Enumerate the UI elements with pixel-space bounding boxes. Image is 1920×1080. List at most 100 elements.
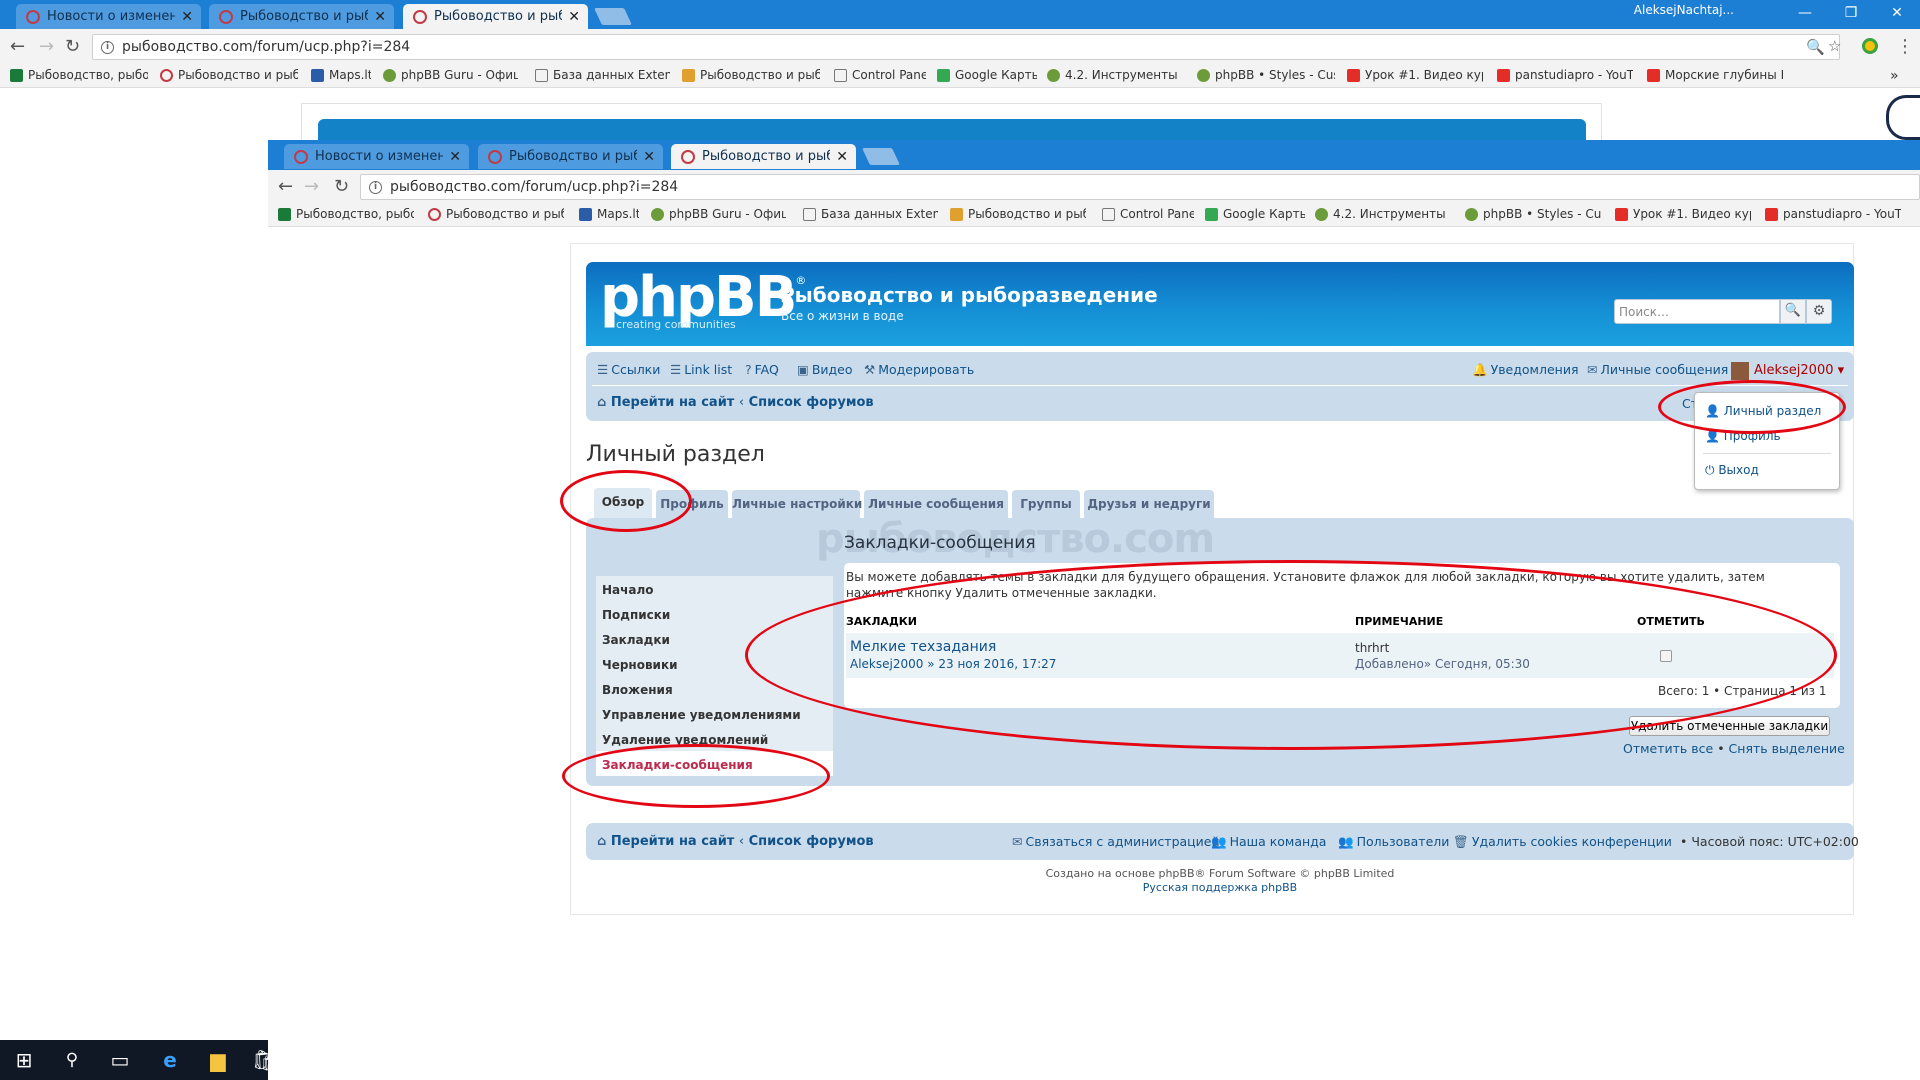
close-tab-icon[interactable]: ✕ bbox=[643, 149, 655, 165]
footer-contact-link[interactable]: ✉ Связаться с администрацией bbox=[1012, 834, 1220, 849]
close-tab-icon[interactable]: ✕ bbox=[181, 9, 193, 25]
dropdown-item-logout[interactable]: ⏻ Выход bbox=[1705, 463, 1759, 478]
nav-link-moderate[interactable]: ⚒ Модерировать bbox=[864, 362, 974, 377]
new-tab-button[interactable] bbox=[862, 148, 900, 165]
crumb-site[interactable]: Перейти на сайт bbox=[611, 395, 735, 410]
bookmark[interactable]: panstudiapro - YouTu bbox=[1765, 207, 1901, 221]
forward-icon[interactable]: → bbox=[39, 36, 54, 57]
bookmark[interactable]: Control Panel bbox=[1102, 207, 1194, 221]
bookmark[interactable]: phpBB • Styles - Custo bbox=[1465, 207, 1601, 221]
notifications-link[interactable]: 🔔 Уведомления bbox=[1472, 362, 1578, 378]
extension-icon[interactable] bbox=[1862, 38, 1878, 54]
bookmark[interactable]: Рыбоводство и рыбо bbox=[428, 207, 564, 221]
info-icon[interactable]: i bbox=[369, 180, 382, 194]
search-icon[interactable]: ⚲ bbox=[60, 1048, 84, 1072]
phpbb-logo[interactable]: phpBB® creating communities bbox=[600, 268, 806, 332]
crumb-forums[interactable]: Список форумов bbox=[749, 395, 874, 410]
reload-icon[interactable]: ↻ bbox=[65, 36, 80, 57]
close-tab-icon[interactable]: ✕ bbox=[374, 9, 386, 25]
footer-delete-cookies-link[interactable]: 🗑 Удалить cookies конференции bbox=[1453, 834, 1672, 850]
nav-link-linklist[interactable]: ☰ Link list bbox=[670, 362, 732, 377]
close-window-icon[interactable]: ✕ bbox=[1874, 0, 1920, 29]
bookmark[interactable]: База данных Extensio bbox=[535, 68, 670, 82]
close-tab-icon[interactable]: ✕ bbox=[449, 149, 461, 165]
tab-groups[interactable]: Группы bbox=[1012, 490, 1080, 518]
zoom-icon[interactable]: 🔍 bbox=[1806, 38, 1825, 56]
info-icon[interactable]: i bbox=[101, 40, 114, 54]
unmark-all-link[interactable]: Снять выделение bbox=[1729, 741, 1845, 756]
bookmark[interactable]: Google Карты bbox=[1205, 207, 1305, 221]
bookmark[interactable]: phpBB • Styles - Custo bbox=[1197, 68, 1335, 82]
nav-link-links[interactable]: ☰ Ссылки bbox=[597, 362, 660, 377]
tab-private-messages[interactable]: Личные сообщения bbox=[864, 490, 1008, 518]
back-icon[interactable]: ← bbox=[10, 36, 25, 57]
outer-tab-1[interactable]: Новости о изменениях ✕ bbox=[16, 4, 201, 29]
store-icon[interactable]: 🛍 bbox=[252, 1048, 277, 1072]
url-field[interactable]: i рыбоводство.com/forum/ucp.php?i=284 bbox=[92, 34, 1840, 60]
bookmark[interactable]: Maps.lt bbox=[579, 207, 639, 221]
inner-tab-2[interactable]: Рыбоводство и рыбора ✕ bbox=[478, 144, 663, 169]
bookmark[interactable]: Рыбоводство и рыбо bbox=[160, 68, 298, 82]
footer-nav: ⌂ Перейти на сайт ‹ Список форумов ✉ Связ… bbox=[586, 823, 1859, 860]
star-icon[interactable]: ☆ bbox=[1828, 37, 1841, 55]
bookmark[interactable]: Рыбоводство и рыбо bbox=[950, 207, 1086, 221]
task-view-icon[interactable]: ▭ bbox=[108, 1048, 132, 1072]
minimize-icon[interactable]: — bbox=[1782, 0, 1828, 29]
bookmark[interactable]: 4.2. Инструменты мо bbox=[1047, 68, 1182, 82]
url-field[interactable]: i рыбоводство.com/forum/ucp.php?i=284 bbox=[360, 174, 1920, 200]
bookmark[interactable]: Google Карты bbox=[937, 68, 1037, 82]
bookmark[interactable]: Maps.lt bbox=[311, 68, 371, 82]
footer-members-link[interactable]: 👥 Пользователи bbox=[1338, 834, 1449, 850]
bookmark[interactable]: Рыбоводство, рыбор bbox=[10, 68, 148, 82]
mark-all-link[interactable]: Отметить все bbox=[1623, 741, 1713, 756]
close-tab-icon[interactable]: ✕ bbox=[568, 9, 580, 25]
windows-start-icon[interactable]: ⊞ bbox=[12, 1048, 36, 1072]
bookmark[interactable]: panstudiapro - YouTu bbox=[1497, 68, 1633, 82]
footer-crumb-forums[interactable]: Список форумов bbox=[749, 834, 874, 849]
tab-friends-foes[interactable]: Друзья и недруги bbox=[1084, 490, 1214, 518]
search-icon[interactable]: 🔍 bbox=[1780, 299, 1806, 324]
sidebar-item-start[interactable]: Начало bbox=[596, 576, 833, 601]
bookmark[interactable]: Control Panel bbox=[834, 68, 926, 82]
bookmark[interactable]: phpBB Guru - Офици bbox=[383, 68, 518, 82]
bookmark[interactable]: Урок #1. Видео курс bbox=[1347, 68, 1483, 82]
maximize-icon[interactable]: ❐ bbox=[1828, 0, 1874, 29]
bookmark[interactable]: phpBB Guru - Офици bbox=[651, 207, 786, 221]
annotation-ring-overview-tab bbox=[560, 470, 692, 532]
nav-link-video[interactable]: ▣ Видео bbox=[797, 362, 853, 377]
inner-bookmarks-bar: Рыбоводство, рыбор Рыбоводство и рыбо Ma… bbox=[268, 204, 1920, 227]
inner-tab-1[interactable]: Новости о изменениях ✕ bbox=[284, 144, 469, 169]
bookmark[interactable]: Рыбоводство, рыбор bbox=[278, 207, 414, 221]
bookmark[interactable]: Урок #1. Видео курс bbox=[1615, 207, 1751, 221]
search-input[interactable]: Поиск… bbox=[1614, 299, 1780, 324]
avatar[interactable] bbox=[1731, 362, 1749, 380]
file-explorer-icon[interactable]: ▆ bbox=[206, 1048, 230, 1072]
bookmark[interactable]: 4.2. Инструменты мо bbox=[1315, 207, 1450, 221]
forward-icon[interactable]: → bbox=[304, 176, 319, 197]
list-icon: ☰ bbox=[670, 362, 682, 377]
outer-tab-3-active[interactable]: Рыбоводство и рыбора ✕ bbox=[403, 4, 588, 29]
back-icon[interactable]: ← bbox=[278, 176, 293, 197]
window-user-name[interactable]: AleksejNachtaj... bbox=[1634, 3, 1734, 17]
tab-preferences[interactable]: Личные настройки bbox=[732, 490, 862, 518]
edge-icon[interactable]: e bbox=[158, 1048, 182, 1072]
russian-support-link[interactable]: Русская поддержка phpBB bbox=[586, 881, 1854, 895]
site-favicon-icon bbox=[26, 9, 40, 24]
new-tab-button[interactable] bbox=[594, 8, 632, 25]
footer-crumb-site[interactable]: Перейти на сайт bbox=[611, 834, 735, 849]
footer-team-link[interactable]: 👥 Наша команда bbox=[1211, 834, 1326, 850]
menu-icon[interactable]: ⋮ bbox=[1896, 36, 1914, 57]
username-menu[interactable]: Aleksej2000 ▾ bbox=[1754, 363, 1844, 378]
private-messages-link[interactable]: ✉ Личные сообщения bbox=[1587, 362, 1728, 377]
reload-icon[interactable]: ↻ bbox=[334, 176, 349, 197]
inner-tab-3-active[interactable]: Рыбоводство и рыбора ✕ bbox=[671, 144, 856, 169]
sidebar-item-notification-options[interactable]: Управление уведомлениями bbox=[596, 701, 833, 726]
bookmark[interactable]: Морские глубины Er bbox=[1647, 68, 1783, 82]
bookmark[interactable]: Рыбоводство и рыбо bbox=[682, 68, 820, 82]
advanced-search-gear-icon[interactable]: ⚙ bbox=[1806, 299, 1832, 324]
bookmarks-more-icon[interactable]: » bbox=[1890, 68, 1910, 84]
bookmark[interactable]: База данных Extensio bbox=[803, 207, 938, 221]
close-tab-icon[interactable]: ✕ bbox=[836, 149, 848, 165]
outer-tab-2[interactable]: Рыбоводство и рыбора ✕ bbox=[209, 4, 394, 29]
nav-link-faq[interactable]: ? FAQ bbox=[745, 362, 779, 377]
